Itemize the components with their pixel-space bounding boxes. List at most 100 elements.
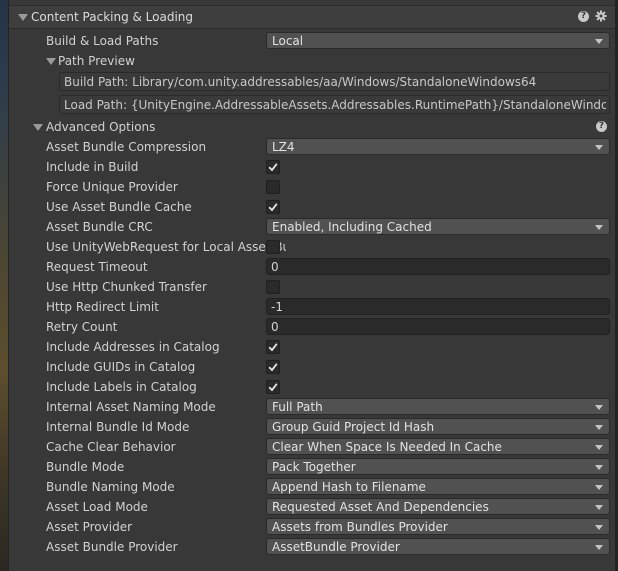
- setting-label: Http Redirect Limit: [46, 300, 159, 314]
- gear-icon[interactable]: [595, 10, 607, 22]
- setting-label: Asset Bundle Provider: [46, 540, 178, 554]
- setting-text-field[interactable]: 0: [266, 258, 610, 275]
- checkmark-icon: [268, 383, 278, 392]
- setting-dropdown[interactable]: Clear When Space Is Needed In Cache: [266, 438, 610, 455]
- setting-row: Http Redirect Limit -1: [9, 297, 615, 317]
- setting-dropdown[interactable]: Group Guid Project Id Hash: [266, 418, 610, 435]
- chevron-down-icon: [595, 545, 603, 550]
- setting-label: Internal Bundle Id Mode: [46, 420, 190, 434]
- setting-label: Asset Bundle CRC: [46, 220, 153, 234]
- dropdown-value: AssetBundle Provider: [272, 540, 400, 554]
- setting-label: Retry Count: [46, 320, 118, 334]
- setting-row: Use Asset Bundle Cache: [9, 197, 615, 217]
- setting-label: Include Addresses in Catalog: [46, 340, 220, 354]
- setting-checkbox[interactable]: [266, 280, 280, 294]
- setting-row: Include Addresses in Catalog: [9, 337, 615, 357]
- chevron-down-icon: [595, 405, 603, 410]
- setting-row: Cache Clear Behavior Clear When Space Is …: [9, 437, 615, 457]
- setting-label: Include in Build: [46, 160, 139, 174]
- setting-checkbox[interactable]: [266, 340, 280, 354]
- setting-label: Use Asset Bundle Cache: [46, 200, 192, 214]
- setting-text-field[interactable]: -1: [266, 298, 610, 315]
- setting-checkbox[interactable]: [266, 360, 280, 374]
- checkmark-icon: [268, 343, 278, 352]
- path-preview-label: Path Preview: [58, 54, 135, 68]
- setting-row: Asset Provider Assets from Bundles Provid…: [9, 517, 615, 537]
- setting-label: Force Unique Provider: [46, 180, 178, 194]
- chevron-down-icon: [595, 39, 603, 44]
- dropdown-value: Append Hash to Filename: [272, 480, 426, 494]
- chevron-down-icon: [595, 425, 603, 430]
- load-path-value: Load Path: {UnityEngine.AddressableAsset…: [64, 98, 606, 112]
- dropdown-value: Assets from Bundles Provider: [272, 520, 448, 534]
- text-field-value: 0: [271, 320, 279, 334]
- setting-checkbox[interactable]: [266, 200, 280, 214]
- build-load-paths-label: Build & Load Paths: [46, 34, 159, 48]
- setting-dropdown[interactable]: Pack Together: [266, 458, 610, 475]
- text-field-value: 0: [271, 260, 279, 274]
- dropdown-value: Requested Asset And Dependencies: [272, 500, 489, 514]
- setting-row: Bundle Naming Mode Append Hash to Filenam…: [9, 477, 615, 497]
- advanced-options-foldout[interactable]: Advanced Options ?: [9, 117, 615, 137]
- setting-dropdown[interactable]: AssetBundle Provider: [266, 538, 610, 555]
- setting-dropdown[interactable]: Requested Asset And Dependencies: [266, 498, 610, 515]
- setting-row: Include GUIDs in Catalog: [9, 357, 615, 377]
- setting-label: Bundle Naming Mode: [46, 480, 175, 494]
- setting-row: Internal Bundle Id Mode Group Guid Projec…: [9, 417, 615, 437]
- dropdown-value: Enabled, Including Cached: [272, 220, 432, 234]
- setting-label: Request Timeout: [46, 260, 148, 274]
- help-icon[interactable]: ?: [578, 11, 589, 22]
- dropdown-value: Local: [272, 34, 304, 48]
- setting-label: Use Http Chunked Transfer: [46, 280, 207, 294]
- build-load-paths-dropdown[interactable]: Local: [266, 32, 610, 49]
- chevron-down-icon: [595, 445, 603, 450]
- setting-row: Include in Build: [9, 157, 615, 177]
- setting-label: Include GUIDs in Catalog: [46, 360, 196, 374]
- setting-row: Use Http Chunked Transfer: [9, 277, 615, 297]
- section-header[interactable]: Content Packing & Loading ?: [9, 5, 615, 29]
- setting-row: Use UnityWebRequest for Local Asset Bund…: [9, 237, 615, 257]
- path-preview-foldout[interactable]: Path Preview: [9, 51, 615, 71]
- setting-label: Internal Asset Naming Mode: [46, 400, 216, 414]
- build-load-paths-row: Build & Load Paths Local: [9, 31, 615, 51]
- dropdown-value: Group Guid Project Id Hash: [272, 420, 435, 434]
- setting-row: Include Labels in Catalog: [9, 377, 615, 397]
- setting-label: Include Labels in Catalog: [46, 380, 197, 394]
- chevron-down-icon: [595, 145, 603, 150]
- advanced-options-label: Advanced Options: [46, 120, 156, 134]
- chevron-down-icon: [595, 225, 603, 230]
- setting-dropdown[interactable]: Assets from Bundles Provider: [266, 518, 610, 535]
- setting-checkbox[interactable]: [266, 380, 280, 394]
- setting-label: Bundle Mode: [46, 460, 125, 474]
- setting-label: Asset Provider: [46, 520, 133, 534]
- checkmark-icon: [268, 163, 278, 172]
- setting-dropdown[interactable]: Enabled, Including Cached: [266, 218, 610, 235]
- dropdown-value: LZ4: [272, 140, 295, 154]
- text-field-value: -1: [271, 300, 283, 314]
- load-path-field: Load Path: {UnityEngine.AddressableAsset…: [59, 95, 610, 114]
- setting-dropdown[interactable]: LZ4: [266, 138, 610, 155]
- section-title: Content Packing & Loading: [31, 10, 194, 24]
- setting-row: Bundle Mode Pack Together: [9, 457, 615, 477]
- build-path-value: Build Path: Library/com.unity.addressabl…: [64, 75, 537, 89]
- dropdown-value: Full Path: [272, 400, 323, 414]
- setting-text-field[interactable]: 0: [266, 318, 610, 335]
- build-path-field: Build Path: Library/com.unity.addressabl…: [59, 72, 610, 91]
- chevron-down-icon: [595, 465, 603, 470]
- setting-checkbox[interactable]: [266, 180, 280, 194]
- setting-label: Use UnityWebRequest for Local Asset Bund…: [46, 240, 286, 254]
- setting-row: Asset Load Mode Requested Asset And Depen…: [9, 497, 615, 517]
- foldout-arrow-icon[interactable]: [33, 124, 43, 131]
- foldout-arrow-icon[interactable]: [46, 58, 56, 65]
- chevron-down-icon: [595, 505, 603, 510]
- setting-checkbox[interactable]: [266, 160, 280, 174]
- setting-row: Asset Bundle Provider AssetBundle Provide…: [9, 537, 615, 557]
- chevron-down-icon: [595, 525, 603, 530]
- dropdown-value: Clear When Space Is Needed In Cache: [272, 440, 502, 454]
- dropdown-value: Pack Together: [272, 460, 356, 474]
- setting-dropdown[interactable]: Full Path: [266, 398, 610, 415]
- help-icon[interactable]: ?: [596, 121, 607, 132]
- setting-checkbox[interactable]: [266, 240, 280, 254]
- setting-dropdown[interactable]: Append Hash to Filename: [266, 478, 610, 495]
- foldout-arrow-icon[interactable]: [18, 14, 28, 21]
